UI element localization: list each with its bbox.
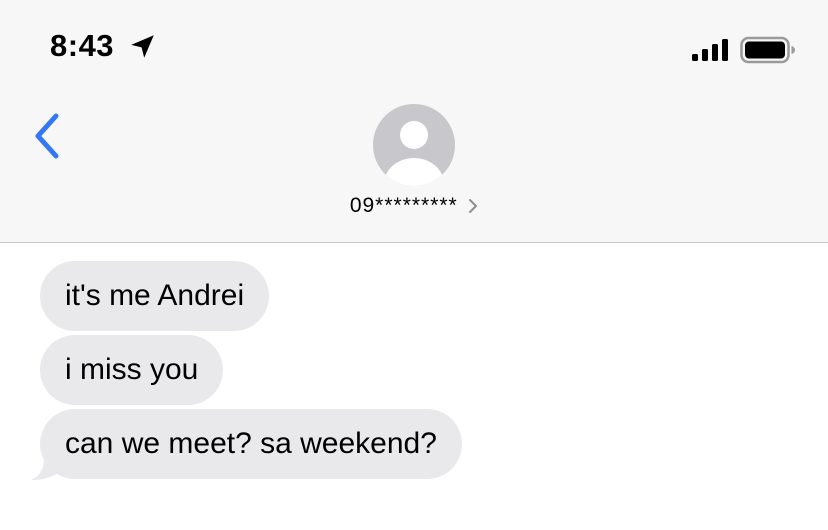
- message-bubble-incoming[interactable]: i miss you: [40, 335, 224, 405]
- message-bubble-incoming[interactable]: it's me Andrei: [40, 261, 270, 331]
- conversation-header: 8:43 09*********: [0, 0, 828, 243]
- contact-name: 09*********: [349, 194, 458, 217]
- message-bubble-incoming[interactable]: can we meet? sa weekend?: [40, 409, 462, 479]
- cellular-signal-icon: [692, 39, 728, 61]
- chevron-right-icon: [469, 199, 478, 213]
- status-time: 8:43: [50, 28, 115, 63]
- back-button[interactable]: [26, 108, 70, 164]
- battery-icon: [740, 36, 795, 64]
- contact-avatar[interactable]: [373, 104, 455, 186]
- message-thread: it's me Andrei i miss you can we meet? s…: [0, 243, 828, 530]
- contact-details-button[interactable]: 09*********: [300, 194, 528, 222]
- messages-screen: 8:43 09********* it's me Andrei i miss y…: [0, 0, 828, 530]
- location-arrow-icon: [131, 35, 154, 58]
